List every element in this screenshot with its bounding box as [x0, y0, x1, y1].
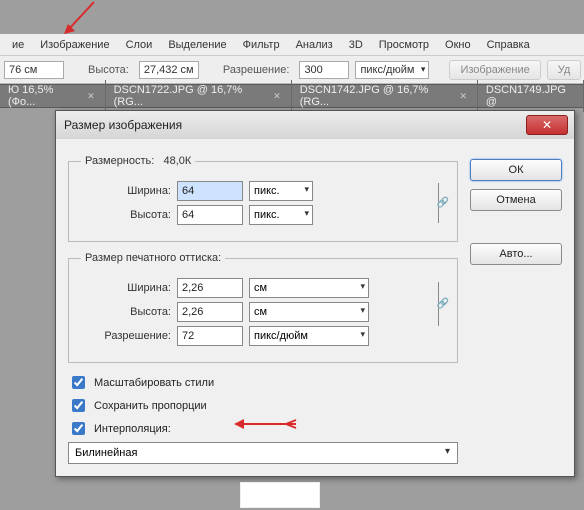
menu-item-select[interactable]: Выделение [160, 35, 234, 55]
dialog-title: Размер изображения [64, 118, 182, 132]
tab-label: DSCN1749.JPG @ [486, 84, 575, 108]
resolution-label: Разрешение: [81, 330, 171, 342]
ok-button[interactable]: ОК [470, 159, 562, 181]
menu-item-analysis[interactable]: Анализ [288, 35, 341, 55]
interpolation-checkbox[interactable] [72, 422, 85, 435]
artifact-patch [240, 482, 320, 508]
cancel-button[interactable]: Отмена [470, 189, 562, 211]
interpolation-select[interactable] [68, 442, 458, 464]
opt-width-value[interactable] [4, 61, 64, 79]
constrain-proportions-label: Сохранить пропорции [94, 400, 207, 412]
px-width-label: Ширина: [81, 185, 171, 197]
print-width-label: Ширина: [81, 282, 171, 294]
px-height-label: Высота: [81, 209, 171, 221]
close-button[interactable]: ✕ [526, 115, 568, 135]
link-icon[interactable] [429, 177, 445, 229]
px-width-unit[interactable] [249, 181, 313, 201]
dim-legend: Размерность: [85, 155, 154, 167]
menubar: ие Изображение Слои Выделение Фильтр Ана… [0, 34, 584, 56]
menu-item-layers[interactable]: Слои [118, 35, 161, 55]
close-icon[interactable]: ✕ [85, 90, 96, 102]
link-icon[interactable] [429, 276, 445, 332]
opt-btn-delete[interactable]: Уд [547, 60, 582, 80]
menu-item-window[interactable]: Окно [437, 35, 479, 55]
pixel-dimensions-group: Размерность: 48,0К Ширина: Высота: [68, 155, 458, 242]
constrain-proportions-checkbox[interactable] [72, 399, 85, 412]
print-height-unit[interactable] [249, 302, 369, 322]
tab-label: DSCN1722.JPG @ 16,7% (RG... [114, 84, 266, 108]
print-width-unit[interactable] [249, 278, 369, 298]
close-icon[interactable]: ✕ [271, 90, 282, 102]
opt-res-value[interactable] [299, 61, 349, 79]
tab-label: DSCN1742.JPG @ 16,7% (RG... [300, 84, 452, 108]
opt-res-unit[interactable] [355, 61, 429, 79]
dialog-titlebar[interactable]: Размер изображения ✕ [56, 111, 574, 139]
close-icon: ✕ [542, 118, 552, 132]
resolution-unit[interactable] [249, 326, 369, 346]
print-legend: Размер печатного оттиска: [81, 252, 225, 264]
print-size-group: Размер печатного оттиска: Ширина: Высота… [68, 252, 458, 363]
menu-item-edit-cut[interactable]: ие [4, 35, 32, 55]
menu-item-help[interactable]: Справка [479, 35, 538, 55]
px-height-unit[interactable] [249, 205, 313, 225]
opt-res-label: Разрешение: [219, 64, 294, 76]
opt-height-label: Высота: [84, 64, 133, 76]
menu-item-3d[interactable]: 3D [341, 35, 371, 55]
px-width-input[interactable] [177, 181, 243, 201]
scale-styles-checkbox[interactable] [72, 376, 85, 389]
print-width-input[interactable] [177, 278, 243, 298]
scale-styles-label: Масштабировать стили [94, 377, 214, 389]
px-height-input[interactable] [177, 205, 243, 225]
print-height-label: Высота: [81, 306, 171, 318]
opt-height-value[interactable] [139, 61, 199, 79]
opt-btn-image[interactable]: Изображение [449, 60, 540, 80]
auto-button[interactable]: Авто... [470, 243, 562, 265]
menu-item-image[interactable]: Изображение [32, 35, 117, 55]
tab-label: Ю 16,5% (Фо... [8, 84, 79, 108]
print-height-input[interactable] [177, 302, 243, 322]
interpolation-label: Интерполяция: [94, 423, 171, 435]
menu-item-filter[interactable]: Фильтр [235, 35, 288, 55]
close-icon[interactable]: ✕ [458, 90, 469, 102]
dim-value: 48,0К [164, 155, 192, 167]
resolution-input[interactable] [177, 326, 243, 346]
image-size-dialog: Размер изображения ✕ Размерность: 48,0К … [55, 110, 575, 477]
menu-item-view[interactable]: Просмотр [371, 35, 437, 55]
document-tabs: Ю 16,5% (Фо... ✕ DSCN1722.JPG @ 16,7% (R… [0, 84, 584, 108]
